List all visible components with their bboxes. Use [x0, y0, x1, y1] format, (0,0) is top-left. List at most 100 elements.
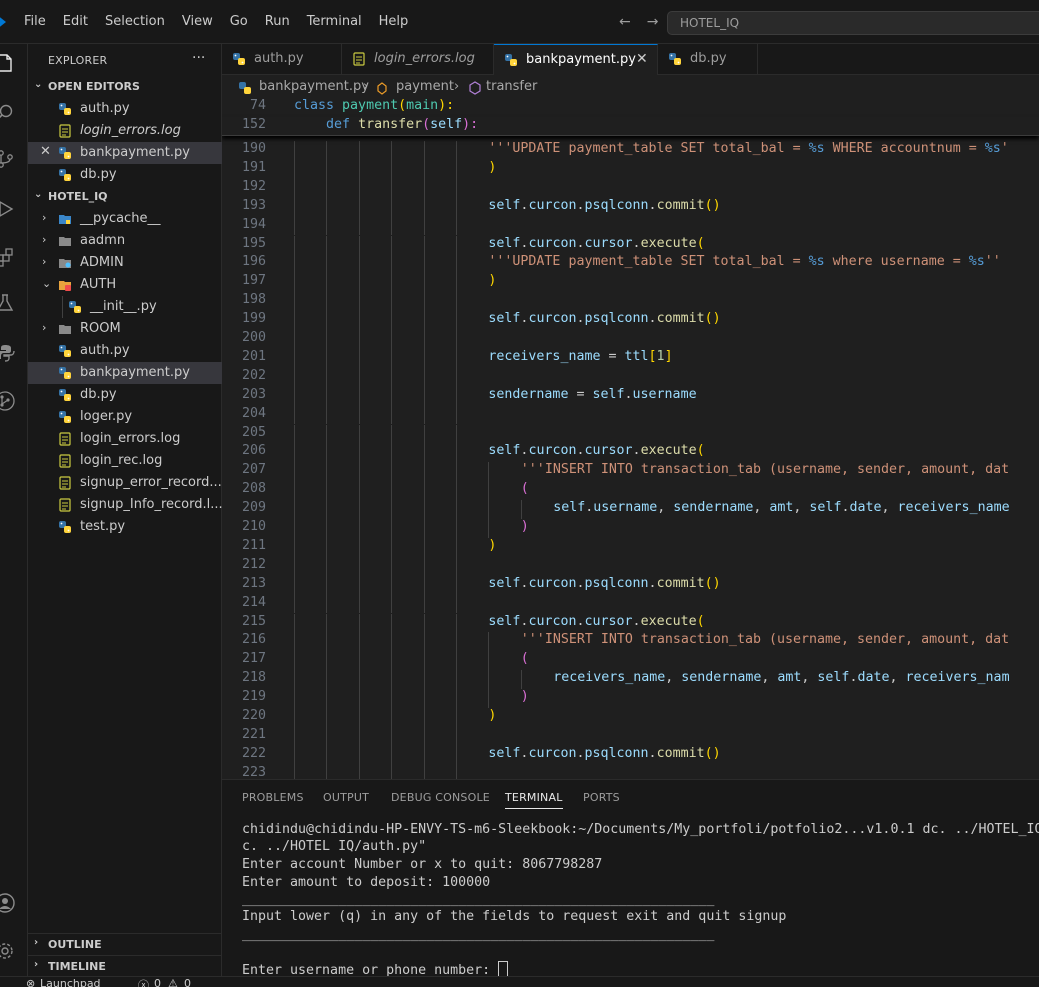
tab-auth-py[interactable]: auth.py [222, 44, 342, 75]
code-line: ) [488, 538, 496, 553]
launchpad-label[interactable]: Launchpad [40, 977, 101, 987]
tab-bankpayment-py[interactable]: bankpayment.py ✕ [494, 44, 658, 75]
remote-icon[interactable]: ⊗ [26, 977, 35, 987]
python-icon[interactable] [0, 342, 16, 364]
timeline-section[interactable]: › TIMELINE [28, 955, 222, 977]
outline-section[interactable]: › OUTLINE [28, 933, 222, 955]
panel-tab-terminal[interactable]: TERMINAL [505, 791, 563, 809]
code-editor[interactable]: 190 '''UPDATE payment_table SET total_bal… [222, 98, 1039, 779]
tree-item-label: test.py [80, 519, 126, 534]
git-graph-icon[interactable] [0, 390, 16, 412]
code-token: cursor [584, 235, 633, 251]
panel-tab-problems[interactable]: PROBLEMS [242, 791, 304, 804]
breadcrumb-class[interactable]: payment [396, 79, 454, 94]
code-token: ( [696, 443, 705, 459]
forward-arrow-icon[interactable]: → [647, 14, 659, 30]
terminal-text: Input lower (q) in any of the fields to … [242, 909, 787, 924]
open-editor-login-errors-log[interactable]: login_errors.log [28, 120, 222, 142]
tree-item-admin[interactable]: › ADMIN [28, 252, 222, 274]
menu-terminal[interactable]: Terminal [307, 14, 371, 29]
breadcrumb-method[interactable]: transfer [486, 79, 537, 94]
indent-guide [358, 726, 360, 746]
chevron-right-icon: › [42, 321, 47, 334]
indent-guide [326, 575, 328, 595]
open-editors-section[interactable]: ⌄ OPEN EDITORS [28, 76, 222, 98]
menu-help[interactable]: Help [379, 14, 418, 29]
close-icon[interactable]: ✕ [40, 144, 51, 159]
command-center-search[interactable]: HOTEL_IQ [667, 11, 1039, 35]
settings-gear-icon[interactable] [0, 940, 16, 962]
breadcrumb-file[interactable]: bankpayment.py [259, 79, 369, 94]
panel-tab-ports[interactable]: PORTS [583, 791, 620, 804]
tree-item-test-py[interactable]: test.py [28, 516, 222, 538]
menu-go[interactable]: Go [230, 14, 257, 29]
indent-guide [423, 443, 425, 463]
terminal-text: ________________________________________… [242, 927, 715, 942]
tree-item-signup-error-record[interactable]: signup_error_record.... [28, 472, 222, 494]
files-icon[interactable] [0, 52, 16, 74]
editor-tabs: auth.py login_errors.log bankpayment.py ✕ db… [222, 44, 1039, 75]
line-number: 74 [249, 98, 266, 113]
tree-item-db-py[interactable]: db.py [28, 384, 222, 406]
indent-guide [456, 254, 457, 274]
source-control-icon[interactable] [0, 148, 16, 170]
tree-item-auth-py[interactable]: auth.py [28, 340, 222, 362]
errors-icon[interactable]: ⓧ [138, 977, 149, 987]
code-token: WHERE accountnum = [824, 141, 985, 156]
indent-guide [294, 292, 295, 312]
testing-icon[interactable] [0, 292, 16, 314]
tree-item-room[interactable]: › ROOM [28, 318, 222, 340]
python-file-icon [232, 52, 246, 66]
panel-tab-debug-console[interactable]: DEBUG CONSOLE [391, 791, 490, 804]
tree-item-pycache[interactable]: › __pycache__ [28, 208, 222, 230]
sticky-line[interactable]: 74 class payment(main): [222, 98, 1039, 117]
tree-item-bankpayment-py[interactable]: bankpayment.py [28, 362, 222, 384]
indent-guide [456, 424, 457, 444]
tab-login-errors-log[interactable]: login_errors.log [342, 44, 494, 75]
back-arrow-icon[interactable]: ← [619, 14, 631, 30]
menu-view[interactable]: View [182, 14, 222, 29]
indent-guide [294, 537, 295, 557]
close-icon[interactable]: ✕ [636, 51, 648, 67]
tree-item-init-py[interactable]: __init__.py [28, 296, 222, 318]
indent-guide [358, 519, 360, 538]
indent-guide [358, 311, 360, 330]
indent-guide [326, 745, 328, 765]
code-token: '' [984, 254, 1001, 270]
sticky-line[interactable]: 152 def transfer(self): [222, 117, 1039, 136]
tree-item-auth[interactable]: ⌄ AUTH [28, 274, 222, 296]
indent-guide [391, 726, 393, 746]
code-line: ) [521, 689, 529, 704]
tree-item-login-errors-log[interactable]: login_errors.log [28, 428, 222, 450]
menu-file[interactable]: File [24, 14, 55, 29]
tree-item-loger-py[interactable]: loger.py [28, 406, 222, 428]
python-file-icon [58, 410, 72, 424]
account-icon[interactable] [0, 892, 16, 914]
breadcrumb-separator: › [363, 79, 369, 94]
code-token: self [488, 197, 521, 213]
open-editor-bankpayment-py[interactable]: ✕ bankpayment.py [28, 142, 222, 164]
tree-item-aadmn[interactable]: › aadmn [28, 230, 222, 252]
tab-db-py[interactable]: db.py [658, 44, 758, 75]
extensions-icon[interactable] [0, 246, 16, 268]
search-icon[interactable] [0, 102, 16, 124]
open-editor-db-py[interactable]: db.py [28, 164, 222, 186]
code-line: '''UPDATE payment_table SET total_bal = … [488, 141, 1008, 156]
indent-guide [358, 556, 360, 576]
workspace-section[interactable]: ⌄ HOTEL_IQ [28, 186, 222, 208]
code-token: self [488, 575, 521, 591]
open-editor-auth-py[interactable]: auth.py [28, 98, 222, 120]
menu-edit[interactable]: Edit [63, 14, 97, 29]
run-debug-icon[interactable] [0, 198, 16, 220]
warnings-icon[interactable]: ⚠ [168, 977, 178, 987]
more-actions-icon[interactable]: ··· [192, 50, 205, 66]
tree-item-signup-info-record-l[interactable]: signup_Info_record.l... [28, 494, 222, 516]
panel-tab-output[interactable]: OUTPUT [323, 791, 369, 804]
tree-item-login-rec-log[interactable]: login_rec.log [28, 450, 222, 472]
line-number: 194 [241, 216, 266, 232]
terminal-line: chidindu@chidindu-HP-ENVY-TS-m6-Sleekboo… [242, 822, 1039, 837]
menu-run[interactable]: Run [265, 14, 299, 29]
chevron-right-icon: › [42, 233, 47, 246]
menu-selection[interactable]: Selection [105, 14, 174, 29]
indent-guide [423, 632, 425, 652]
